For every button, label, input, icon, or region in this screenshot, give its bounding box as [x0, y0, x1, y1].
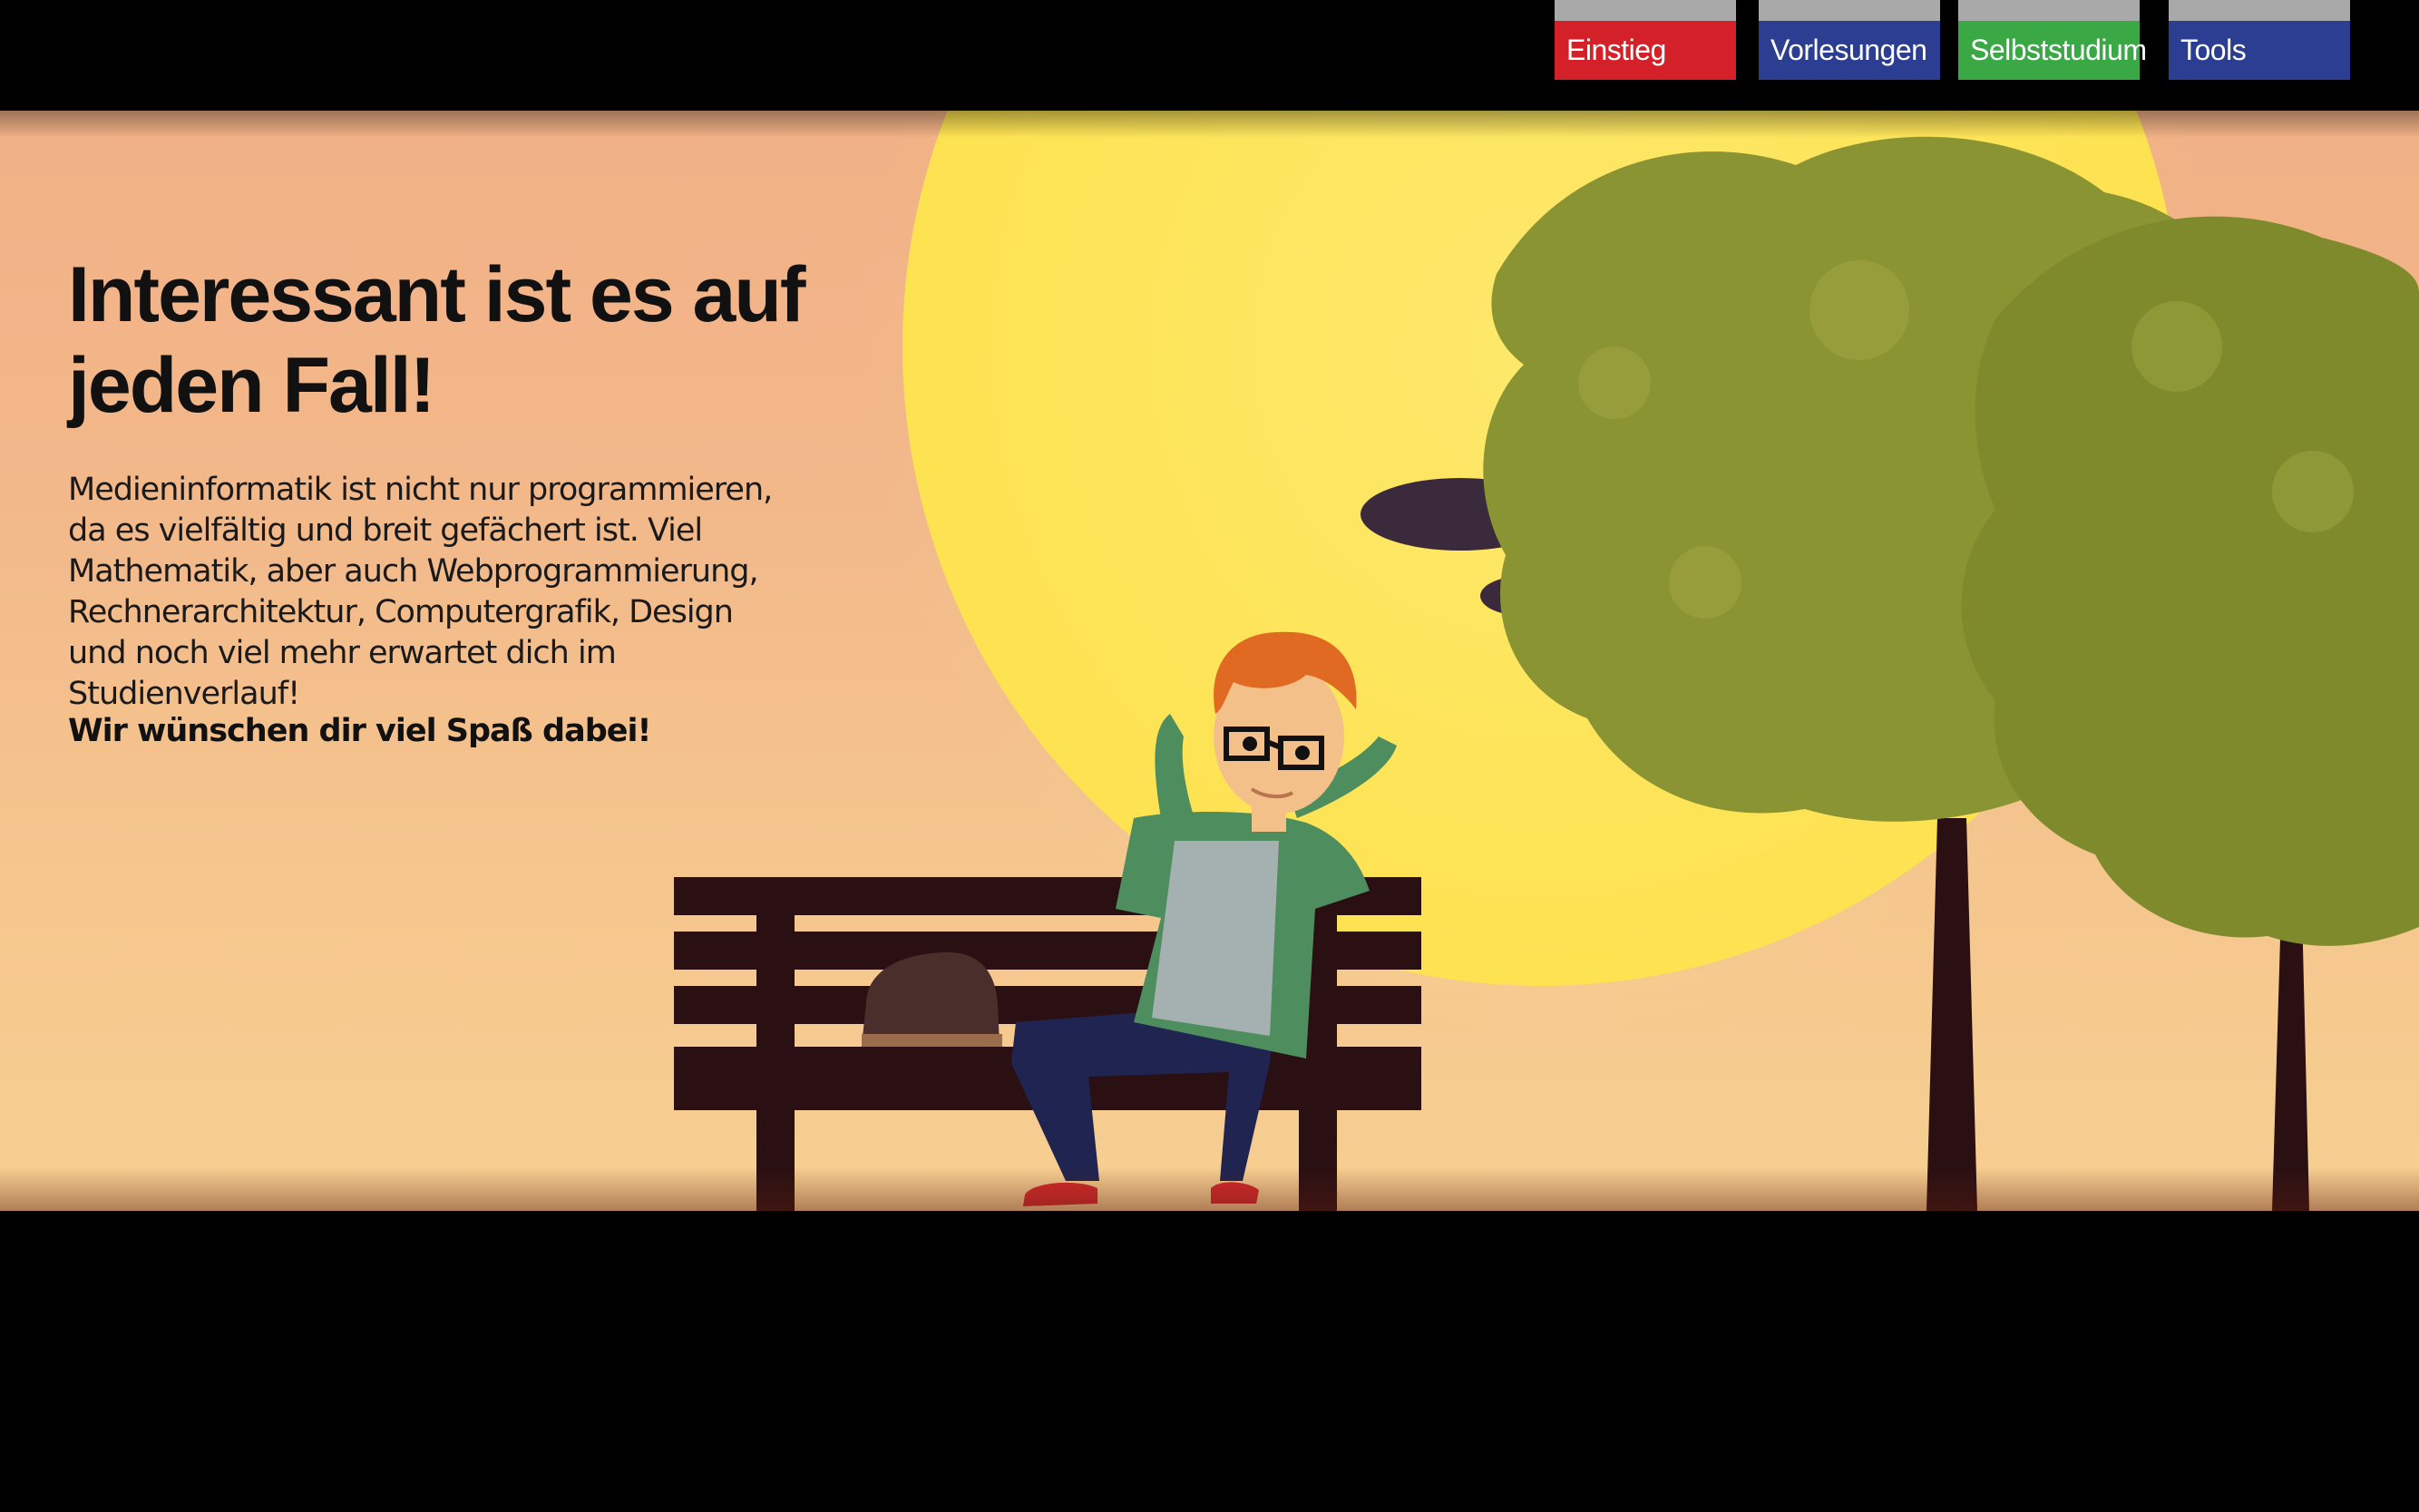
nav-tab-einstieg[interactable]: Einstieg — [1555, 0, 1736, 80]
nav-tab-tools[interactable]: Tools — [2169, 0, 2350, 80]
hero-section: Interessant ist es auf jeden Fall! Medie… — [0, 111, 2419, 1211]
page-title: Interessant ist es auf jeden Fall! — [68, 251, 806, 429]
nav-tab-selbststudium[interactable]: Selbststudium — [1958, 0, 2147, 80]
intro-paragraph: Medieninformatik ist nicht nur programmi… — [68, 472, 773, 712]
tab-cap — [1555, 0, 1736, 21]
top-navigation-bar: Einstieg Vorlesungen Selbststudium Tools — [0, 0, 2419, 111]
nav-tab-vorlesungen[interactable]: Vorlesungen — [1759, 0, 1940, 80]
tab-cap — [1759, 0, 1940, 21]
nav-tab-label: Einstieg — [1555, 21, 1736, 80]
tab-cap — [1958, 0, 2140, 21]
nav-tab-label: Selbststudium — [1958, 21, 2147, 80]
closing-text: Wir wünschen dir viel Spaß dabei! — [68, 713, 651, 749]
footer-area — [0, 1211, 2419, 1512]
tab-cap — [2169, 0, 2350, 21]
nav-tab-label: Vorlesungen — [1759, 21, 1940, 80]
nav-tab-label: Tools — [2169, 21, 2350, 80]
tree-trunk — [2272, 909, 2309, 1211]
